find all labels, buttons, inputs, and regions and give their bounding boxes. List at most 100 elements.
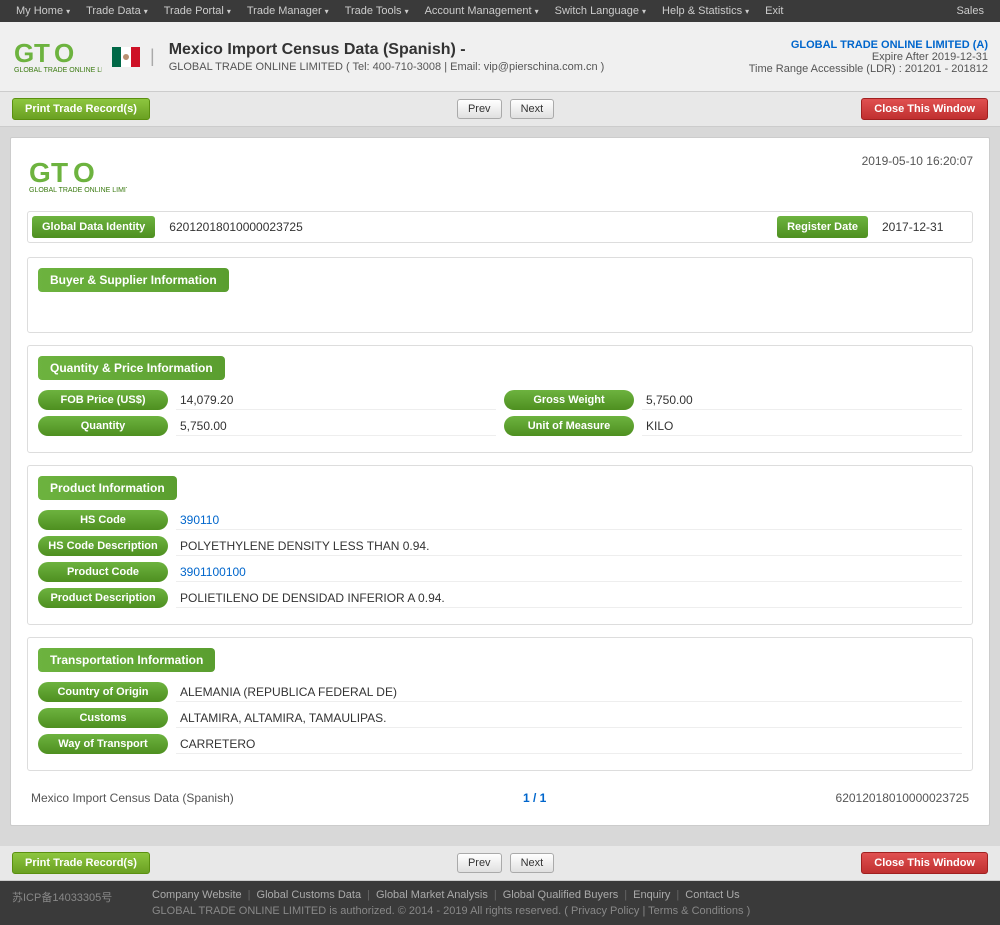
svg-text:O: O <box>73 157 95 188</box>
close-button-bottom[interactable]: Close This Window <box>861 852 988 874</box>
chevron-down-icon: ▾ <box>405 7 409 16</box>
print-button-bottom[interactable]: Print Trade Record(s) <box>12 852 150 874</box>
divider: | <box>150 46 155 67</box>
gross-weight-label: Gross Weight <box>504 390 634 410</box>
record-date: 2019-05-10 16:20:07 <box>862 154 973 168</box>
chevron-down-icon: ▾ <box>227 7 231 16</box>
quantity-price-fields: FOB Price (US$) 14,079.20 Quantity 5,750… <box>38 390 962 442</box>
record-card: G T O GLOBAL TRADE ONLINE LIMITED 2019-0… <box>10 137 990 826</box>
close-button[interactable]: Close This Window <box>861 98 988 120</box>
buyer-supplier-content <box>38 302 962 322</box>
chevron-down-icon: ▾ <box>535 7 539 16</box>
nav-trade-manager[interactable]: Trade Manager▾ <box>239 0 337 22</box>
identity-row: Global Data Identity 6201201801000002372… <box>27 211 973 243</box>
company-logo: G T O GLOBAL TRADE ONLINE LIMITED <box>12 34 102 79</box>
quantity-value: 5,750.00 <box>176 417 496 436</box>
page-footer: 苏ICP备14033305号 Company Website | Global … <box>0 881 1000 925</box>
nav-trade-data[interactable]: Trade Data▾ <box>78 0 156 22</box>
quantity-field: Quantity 5,750.00 <box>38 416 496 436</box>
footer-global-buyers[interactable]: Global Qualified Buyers <box>503 889 619 901</box>
chevron-down-icon: ▾ <box>745 7 749 16</box>
card-header: G T O GLOBAL TRADE ONLINE LIMITED 2019-0… <box>27 154 973 199</box>
logo-area: G T O GLOBAL TRADE ONLINE LIMITED <box>12 34 102 79</box>
nav-items: My Home▾ Trade Data▾ Trade Portal▾ Trade… <box>8 0 791 22</box>
record-footer: Mexico Import Census Data (Spanish) 1 / … <box>27 783 973 809</box>
nav-trade-tools[interactable]: Trade Tools▾ <box>337 0 417 22</box>
footer-company-website[interactable]: Company Website <box>152 889 242 901</box>
card-logo: G T O GLOBAL TRADE ONLINE LIMITED <box>27 154 127 199</box>
transportation-section: Transportation Information Country of Or… <box>27 637 973 771</box>
quantity-label: Quantity <box>38 416 168 436</box>
product-desc-label: Product Description <box>38 588 168 608</box>
icp-number: 苏ICP备14033305号 <box>12 889 132 905</box>
account-name: GLOBAL TRADE ONLINE LIMITED (A) <box>749 39 988 51</box>
fob-price-row: FOB Price (US$) 14,079.20 Quantity 5,750… <box>38 390 496 442</box>
ldr-range: Time Range Accessible (LDR) : 201201 - 2… <box>749 63 988 75</box>
nav-account-management[interactable]: Account Management▾ <box>417 0 547 22</box>
product-section: Product Information HS Code 390110 HS Co… <box>27 465 973 625</box>
transport-label: Way of Transport <box>38 734 168 754</box>
register-date-label: Register Date <box>777 216 868 238</box>
customs-field: Customs ALTAMIRA, ALTAMIRA, TAMAULIPAS. <box>38 708 962 728</box>
gross-weight-field: Gross Weight 5,750.00 <box>504 390 962 410</box>
product-code-label: Product Code <box>38 562 168 582</box>
account-info: GLOBAL TRADE ONLINE LIMITED (A) Expire A… <box>749 39 988 75</box>
footer-global-customs[interactable]: Global Customs Data <box>257 889 362 901</box>
prev-button-bottom[interactable]: Prev <box>457 853 502 873</box>
gross-weight-col: Gross Weight 5,750.00 Unit of Measure KI… <box>504 390 962 442</box>
country-origin-field: Country of Origin ALEMANIA (REPUBLICA FE… <box>38 682 962 702</box>
hs-code-desc-field: HS Code Description POLYETHYLENE DENSITY… <box>38 536 962 556</box>
unit-measure-label: Unit of Measure <box>504 416 634 436</box>
svg-text:GLOBAL TRADE ONLINE LIMITED: GLOBAL TRADE ONLINE LIMITED <box>14 67 102 74</box>
buyer-supplier-section: Buyer & Supplier Information <box>27 257 973 333</box>
fob-price-field: FOB Price (US$) 14,079.20 <box>38 390 496 410</box>
top-navigation: My Home▾ Trade Data▾ Trade Portal▾ Trade… <box>0 0 1000 22</box>
nav-trade-portal[interactable]: Trade Portal▾ <box>156 0 239 22</box>
fob-price-value: 14,079.20 <box>176 391 496 410</box>
page-title: Mexico Import Census Data (Spanish) - <box>169 41 739 59</box>
svg-text:T: T <box>34 38 50 68</box>
next-button-bottom[interactable]: Next <box>510 853 555 873</box>
footer-global-market[interactable]: Global Market Analysis <box>376 889 488 901</box>
footer-right: 62012018010000023725 <box>836 791 969 805</box>
page-subtitle: GLOBAL TRADE ONLINE LIMITED ( Tel: 400-7… <box>169 61 739 73</box>
card-logo-svg: G T O GLOBAL TRADE ONLINE LIMITED <box>27 154 127 199</box>
footer-contact-us[interactable]: Contact Us <box>685 889 739 901</box>
prev-button[interactable]: Prev <box>457 99 502 119</box>
page-header: G T O GLOBAL TRADE ONLINE LIMITED | Mexi… <box>0 22 1000 92</box>
chevron-down-icon: ▾ <box>66 7 70 16</box>
unit-measure-value: KILO <box>642 417 962 436</box>
unit-measure-field: Unit of Measure KILO <box>504 416 962 436</box>
customs-label: Customs <box>38 708 168 728</box>
chevron-down-icon: ▾ <box>642 7 646 16</box>
nav-help-statistics[interactable]: Help & Statistics▾ <box>654 0 757 22</box>
transport-value: CARRETERO <box>176 735 962 754</box>
product-code-field: Product Code 3901100100 <box>38 562 962 582</box>
footer-enquiry[interactable]: Enquiry <box>633 889 670 901</box>
quantity-price-header: Quantity & Price Information <box>38 356 225 380</box>
global-data-identity-label: Global Data Identity <box>32 216 155 238</box>
footer-left: Mexico Import Census Data (Spanish) <box>31 791 234 805</box>
hs-code-value: 390110 <box>176 511 962 530</box>
transport-field: Way of Transport CARRETERO <box>38 734 962 754</box>
sales-label: Sales <box>948 5 992 17</box>
top-toolbar: Print Trade Record(s) Prev Next Close Th… <box>0 92 1000 127</box>
svg-text:G: G <box>29 157 51 188</box>
next-button[interactable]: Next <box>510 99 555 119</box>
country-origin-label: Country of Origin <box>38 682 168 702</box>
nav-exit[interactable]: Exit <box>757 0 791 22</box>
footer-right-col: Company Website | Global Customs Data | … <box>152 889 750 917</box>
flag-divider: | <box>112 46 159 67</box>
nav-my-home[interactable]: My Home▾ <box>8 0 78 22</box>
nav-switch-language[interactable]: Switch Language▾ <box>547 0 654 22</box>
product-desc-value: POLIETILENO DE DENSIDAD INFERIOR A 0.94. <box>176 589 962 608</box>
country-origin-value: ALEMANIA (REPUBLICA FEDERAL DE) <box>176 683 962 702</box>
quantity-price-section: Quantity & Price Information FOB Price (… <box>27 345 973 453</box>
print-button[interactable]: Print Trade Record(s) <box>12 98 150 120</box>
product-code-value: 3901100100 <box>176 563 962 582</box>
chevron-down-icon: ▾ <box>325 7 329 16</box>
footer-links: Company Website | Global Customs Data | … <box>152 889 750 901</box>
copyright: GLOBAL TRADE ONLINE LIMITED is authorize… <box>152 905 750 917</box>
hs-code-desc-value: POLYETHYLENE DENSITY LESS THAN 0.94. <box>176 537 962 556</box>
main-content: G T O GLOBAL TRADE ONLINE LIMITED 2019-0… <box>0 127 1000 846</box>
